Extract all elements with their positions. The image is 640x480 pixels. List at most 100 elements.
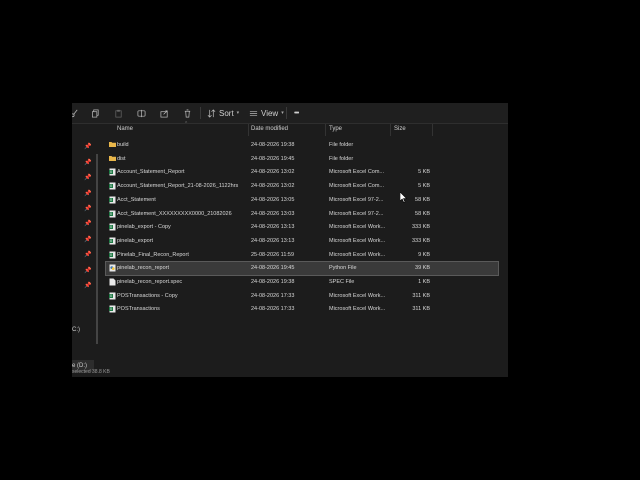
cut-icon[interactable]	[72, 106, 79, 120]
navigation-pane: 📌 📌 📌 📌 📌 📌 📌 📌 📌 📌 C:) e (D:)	[72, 124, 100, 377]
file-type: Microsoft Excel Work...	[329, 224, 386, 231]
column-divider[interactable]	[248, 124, 249, 136]
file-size: 311 KB	[412, 292, 430, 299]
pin-icon[interactable]: 📌	[84, 236, 91, 243]
column-header-size[interactable]: Size	[394, 126, 406, 132]
file-name: Account_Statement_Report_21-08-2026_1122…	[117, 183, 239, 190]
file-name: Pinelab_Final_Recon_Report	[117, 251, 189, 258]
file-row[interactable]: pinelab_recon_report.spec 24-08-2026 19:3…	[106, 276, 498, 289]
view-button[interactable]: View ▾	[249, 106, 284, 120]
file-name: pinelab_export	[117, 237, 154, 244]
file-type: Microsoft Excel Com...	[329, 183, 385, 190]
pin-icon[interactable]: 📌	[84, 282, 91, 289]
file-row[interactable]: X Acct_Statement_XXXXXXXXX0000_21082026 24…	[106, 208, 498, 221]
file-row[interactable]: X POSTransactions 24-08-2026 17:33 Microsof…	[106, 303, 498, 316]
pin-icon[interactable]: 📌	[84, 205, 91, 212]
excel-file-icon: X	[109, 210, 116, 218]
file-icon	[109, 278, 116, 286]
file-date: 24-08-2026 13:03	[251, 210, 295, 217]
file-size: 311 KB	[412, 306, 430, 313]
excel-file-icon: X	[109, 168, 116, 176]
column-header-type[interactable]: Type	[329, 126, 342, 132]
file-date: 24-08-2026 19:38	[251, 279, 295, 285]
view-label: View	[261, 108, 279, 118]
pin-icon[interactable]: 📌	[84, 174, 91, 181]
file-date: 24-08-2026 13:02	[251, 169, 295, 176]
file-date: 24-08-2026 19:38	[251, 142, 295, 148]
excel-file-icon: X	[109, 223, 116, 231]
chevron-down-icon: ▾	[281, 110, 284, 116]
file-name: Acct_Statement	[117, 196, 156, 203]
share-icon[interactable]	[160, 106, 169, 120]
file-size: 9 KB	[418, 251, 430, 258]
excel-file-icon: X	[109, 237, 116, 245]
file-date: 25-08-2026 11:59	[251, 251, 295, 258]
rename-icon[interactable]	[137, 106, 146, 120]
delete-icon[interactable]	[183, 106, 192, 120]
pin-icon[interactable]: 📌	[84, 220, 91, 227]
more-icon: •••	[294, 109, 299, 117]
column-header-date[interactable]: Date modified	[251, 126, 288, 132]
file-type: File folder	[329, 155, 354, 162]
file-row[interactable]: X Pinelab_Final_Recon_Report 25-08-2026 11…	[106, 249, 498, 262]
file-type: Microsoft Excel 97-2...	[329, 210, 384, 217]
file-date: 24-08-2026 13:13	[251, 237, 295, 244]
more-options-button[interactable]: •••	[294, 106, 299, 120]
file-row[interactable]: dist 24-08-2026 19:45 File folder	[106, 153, 498, 166]
sort-button[interactable]: Sort ▾	[207, 106, 239, 120]
file-row[interactable]: X Acct_Statement 24-08-2026 13:05 Microsoft…	[106, 194, 498, 207]
pin-icon[interactable]: 📌	[84, 159, 91, 166]
file-row[interactable]: X Account_Statement_Report_21-08-2026_112…	[106, 180, 498, 193]
file-type: Microsoft Excel Work...	[329, 292, 386, 299]
file-name: pinelab_recon_report.spec	[117, 279, 183, 285]
file-type: Python File	[329, 265, 357, 272]
file-type: Microsoft Excel Work...	[329, 251, 386, 258]
file-date: 24-08-2026 17:33	[251, 292, 295, 299]
file-row[interactable]: X Account_Statement_Report 24-08-2026 13:0…	[106, 166, 498, 179]
python-file-icon	[109, 264, 116, 272]
file-row[interactable]: Xpinelab_export 24-08-2026 13:13 Microsoft…	[106, 235, 498, 248]
file-size: 58 KB	[415, 210, 430, 217]
file-row[interactable]: build 24-08-2026 19:38 File folder	[106, 139, 498, 152]
file-size: 1 KB	[418, 279, 430, 285]
pin-icon[interactable]: 📌	[84, 251, 91, 258]
excel-file-icon: X	[109, 305, 116, 313]
column-header-name[interactable]: Name	[117, 126, 133, 132]
nav-drive-c[interactable]: C:)	[72, 327, 80, 333]
column-divider[interactable]	[432, 124, 433, 136]
nav-scrollbar[interactable]	[96, 154, 98, 344]
pin-icon[interactable]: 📌	[84, 267, 91, 274]
file-name: pinelab_export - Copy	[117, 224, 171, 231]
file-row[interactable]: pinelab_recon_report 24-08-2026 19:45 Pyth…	[105, 261, 499, 277]
file-list: ⌃ Name Date modified Type Size build 24-0…	[105, 121, 506, 324]
file-row[interactable]: X POSTransactions - Copy 24-08-2026 17:33 M…	[106, 290, 498, 303]
file-name: Account_Statement_Report	[117, 169, 185, 176]
paste-icon[interactable]	[114, 106, 123, 120]
status-bar: selected 38.8 KB	[72, 369, 110, 375]
view-icon	[249, 109, 258, 118]
file-type: Microsoft Excel Com...	[329, 169, 385, 176]
file-explorer-window: Sort ▾ View ▾ ••• 📌 📌 📌 📌 📌 📌 📌 📌 📌 📌 C:…	[72, 103, 508, 377]
file-date: 24-08-2026 19:45	[251, 155, 295, 162]
file-type: Microsoft Excel 97-2...	[329, 196, 384, 203]
file-date: 24-08-2026 17:33	[251, 306, 295, 313]
file-type: File folder	[329, 142, 354, 148]
excel-file-icon: X	[109, 292, 116, 300]
column-divider[interactable]	[325, 124, 326, 136]
chevron-up-icon: ⌃	[184, 121, 189, 127]
folder-icon	[109, 141, 116, 149]
excel-file-icon: X	[109, 251, 116, 259]
column-divider[interactable]	[390, 124, 391, 136]
file-name: Acct_Statement_XXXXXXXXX0000_21082026	[117, 210, 232, 217]
file-date: 24-08-2026 13:02	[251, 183, 295, 190]
file-name: build	[117, 142, 129, 148]
file-size: 333 KB	[411, 237, 430, 244]
excel-file-icon: X	[109, 182, 116, 190]
file-row[interactable]: Xpinelab_export - Copy 24-08-2026 13:13 Mi…	[106, 221, 498, 234]
pin-icon[interactable]: 📌	[84, 190, 91, 197]
file-type: Microsoft Excel Work...	[329, 306, 386, 313]
toolbar-divider	[286, 107, 287, 119]
folder-icon	[109, 155, 116, 163]
copy-icon[interactable]	[91, 106, 100, 120]
pin-icon[interactable]: 📌	[84, 143, 91, 150]
